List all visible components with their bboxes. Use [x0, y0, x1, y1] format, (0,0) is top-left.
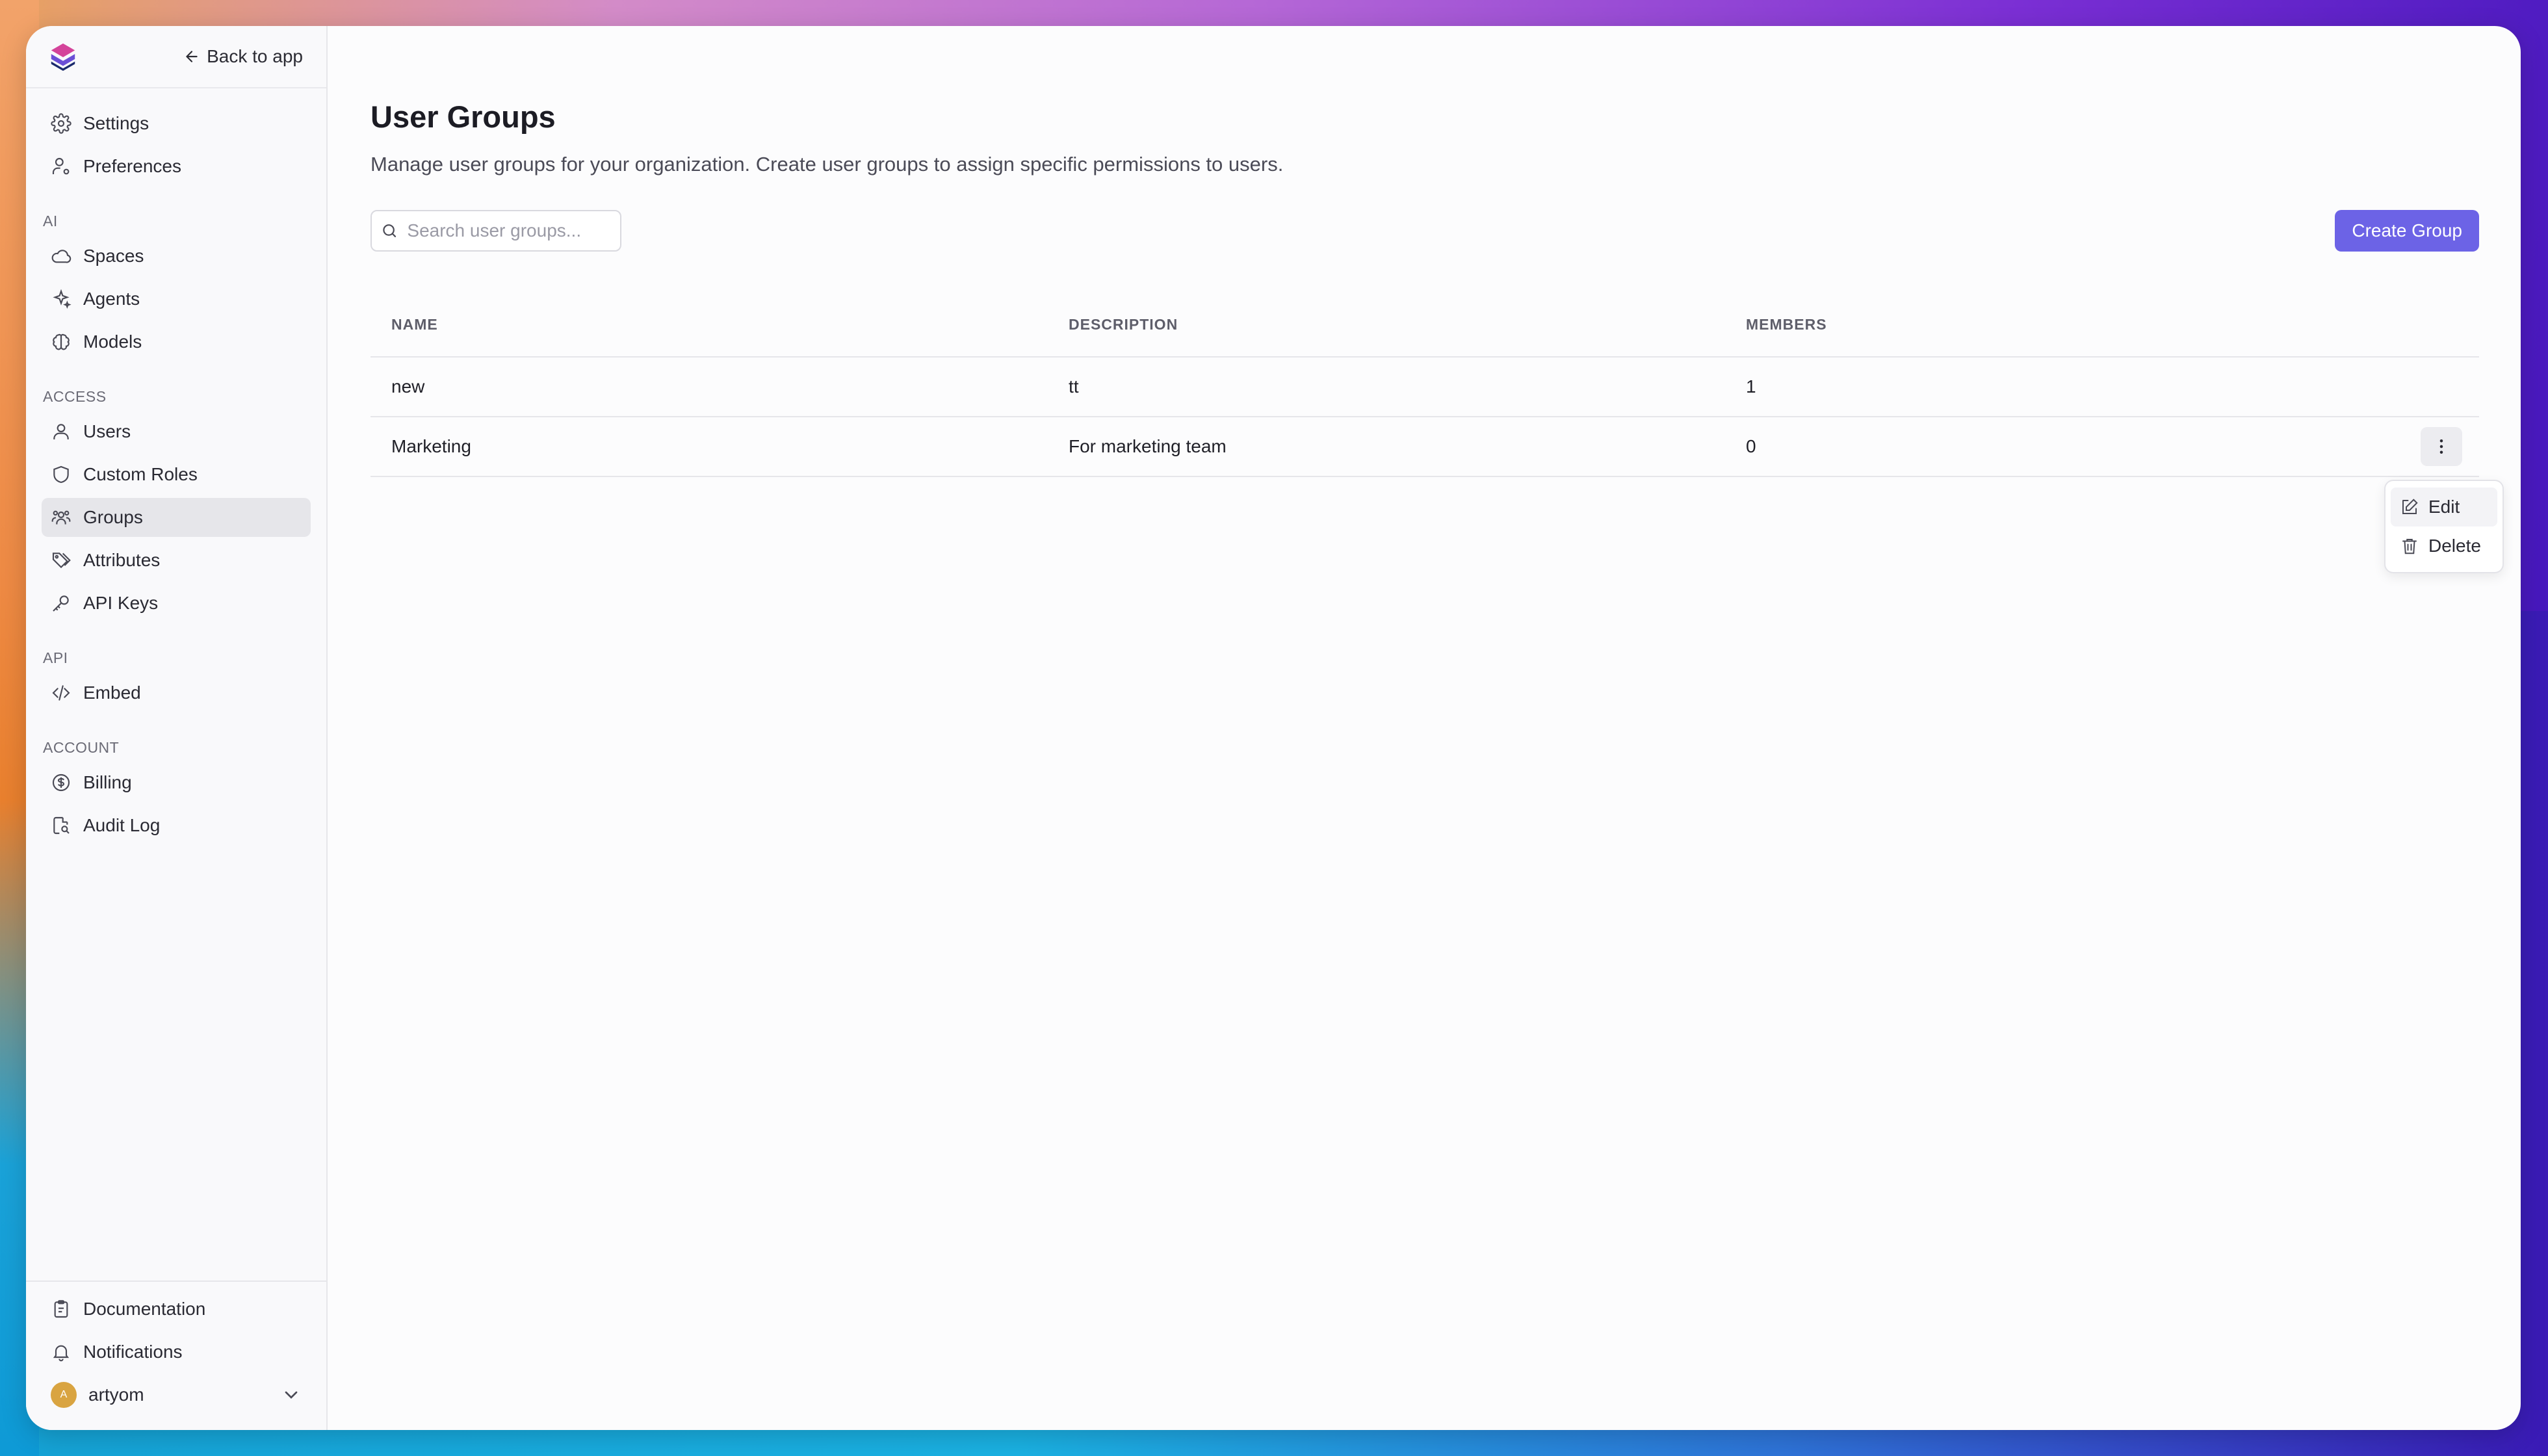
clipboard-icon — [54, 1300, 68, 1318]
section-label-api: API — [43, 649, 68, 666]
arrow-left-icon — [186, 51, 198, 62]
page-subtitle: Manage user groups for your organization… — [370, 153, 1284, 176]
sidebar-nav: Settings Preferences AI Spaces Agents Mo… — [26, 88, 326, 845]
chevron-down-icon — [285, 1391, 298, 1399]
sidebar-item-label: API Keys — [83, 593, 159, 613]
tags-icon — [52, 552, 71, 569]
gear-icon — [51, 113, 72, 134]
pencil-icon — [2402, 499, 2418, 514]
shield-icon — [53, 465, 69, 484]
app-window: Back to app Settings Preferences AI Spac… — [26, 26, 2521, 1430]
groups-table: NAME DESCRIPTION MEMBERS new tt 1 Market… — [370, 293, 2479, 477]
sidebar-item-documentation[interactable]: Documentation — [42, 1290, 311, 1329]
more-vertical-icon — [2439, 439, 2443, 454]
cell-name: Marketing — [370, 417, 1048, 477]
sidebar-item-settings[interactable]: Settings — [42, 104, 311, 143]
section-label-account: ACCOUNT — [43, 739, 120, 756]
sidebar-item-preferences[interactable]: Preferences — [42, 147, 311, 186]
table-header-row: NAME DESCRIPTION MEMBERS — [370, 293, 2479, 358]
sidebar-item-label: Preferences — [83, 156, 181, 176]
sidebar-item-agents[interactable]: Agents — [42, 280, 311, 318]
sidebar-item-billing[interactable]: Billing — [42, 763, 311, 802]
sidebar-item-label: Settings — [83, 113, 150, 133]
sidebar-header: Back to app — [26, 26, 326, 88]
section-label-access: ACCESS — [43, 388, 107, 405]
column-header-actions — [2400, 293, 2479, 358]
file-search-icon — [53, 816, 70, 835]
section-label-ai: AI — [43, 213, 58, 229]
cell-members: 1 — [1725, 357, 2400, 417]
sidebar-item-attributes[interactable]: Attributes — [42, 541, 311, 580]
sidebar-footer: Documentation Notifications A artyom — [26, 1280, 326, 1430]
trash-icon — [2402, 539, 2417, 554]
back-to-app-label: Back to app — [207, 46, 303, 66]
sidebar-item-label: Agents — [83, 289, 140, 309]
main-content: User Groups Manage user groups for your … — [328, 26, 2521, 1430]
bell-icon — [53, 1345, 70, 1362]
cell-actions — [2400, 417, 2479, 477]
cell-name: new — [370, 357, 1048, 417]
cell-description: For marketing team — [1048, 417, 1725, 477]
menu-item-label: Edit — [2428, 497, 2460, 517]
row-actions-button[interactable] — [2421, 427, 2462, 466]
sidebar-item-label: Spaces — [83, 246, 144, 266]
column-header-name: NAME — [370, 293, 1048, 358]
sidebar-item-label: Attributes — [83, 550, 161, 570]
page-title: User Groups — [370, 99, 556, 134]
search-input[interactable] — [406, 220, 611, 242]
app-logo-icon[interactable] — [48, 42, 78, 72]
user-menu[interactable]: A artyom — [42, 1375, 311, 1414]
user-name: artyom — [88, 1384, 144, 1405]
sidebar-item-label: Groups — [83, 507, 143, 527]
create-group-button[interactable]: Create Group — [2335, 210, 2479, 252]
sidebar-item-users[interactable]: Users — [42, 412, 311, 451]
key-icon — [53, 595, 69, 612]
dollar-icon — [52, 774, 70, 792]
cell-members: 0 — [1725, 417, 2400, 477]
sidebar-item-groups[interactable]: Groups — [42, 498, 311, 537]
sidebar-item-label: Users — [83, 421, 131, 441]
user-cog-icon — [52, 157, 70, 175]
sparkles-icon — [53, 289, 72, 309]
search-box[interactable] — [370, 210, 621, 252]
sidebar-item-label: Billing — [83, 772, 132, 792]
cell-description: tt — [1048, 357, 1725, 417]
brain-icon — [53, 333, 70, 350]
menu-item-delete[interactable]: Delete — [2391, 526, 2497, 566]
row-actions-menu: Edit Delete — [2384, 480, 2504, 573]
search-icon — [383, 224, 396, 237]
code-icon — [52, 685, 70, 701]
sidebar-item-label: Notifications — [83, 1342, 183, 1362]
table-row[interactable]: new tt 1 — [370, 357, 2479, 417]
sidebar: Back to app Settings Preferences AI Spac… — [26, 26, 328, 1430]
sidebar-item-label: Embed — [83, 682, 141, 703]
table-row[interactable]: Marketing For marketing team 0 — [370, 417, 2479, 477]
cloud-icon — [51, 250, 72, 263]
sidebar-item-label: Audit Log — [83, 815, 161, 835]
column-header-description: DESCRIPTION — [1048, 293, 1725, 358]
sidebar-item-api-keys[interactable]: API Keys — [42, 584, 311, 623]
sidebar-item-custom-roles[interactable]: Custom Roles — [42, 455, 311, 494]
user-icon — [53, 424, 69, 439]
toolbar: Create Group — [370, 210, 2479, 252]
sidebar-item-notifications[interactable]: Notifications — [42, 1332, 311, 1372]
users-icon — [51, 510, 71, 525]
sidebar-item-label: Models — [83, 332, 142, 352]
sidebar-item-label: Documentation — [83, 1299, 206, 1319]
cell-actions — [2400, 357, 2479, 417]
back-to-app-link[interactable]: Back to app — [183, 46, 303, 67]
sidebar-item-label: Custom Roles — [83, 464, 198, 484]
column-header-members: MEMBERS — [1725, 293, 2400, 358]
menu-item-edit[interactable]: Edit — [2391, 488, 2497, 526]
sidebar-item-models[interactable]: Models — [42, 322, 311, 361]
sidebar-item-spaces[interactable]: Spaces — [42, 237, 311, 276]
avatar: A — [51, 1382, 77, 1408]
sidebar-item-embed[interactable]: Embed — [42, 673, 311, 712]
sidebar-item-audit-log[interactable]: Audit Log — [42, 806, 311, 845]
menu-item-label: Delete — [2428, 536, 2481, 556]
